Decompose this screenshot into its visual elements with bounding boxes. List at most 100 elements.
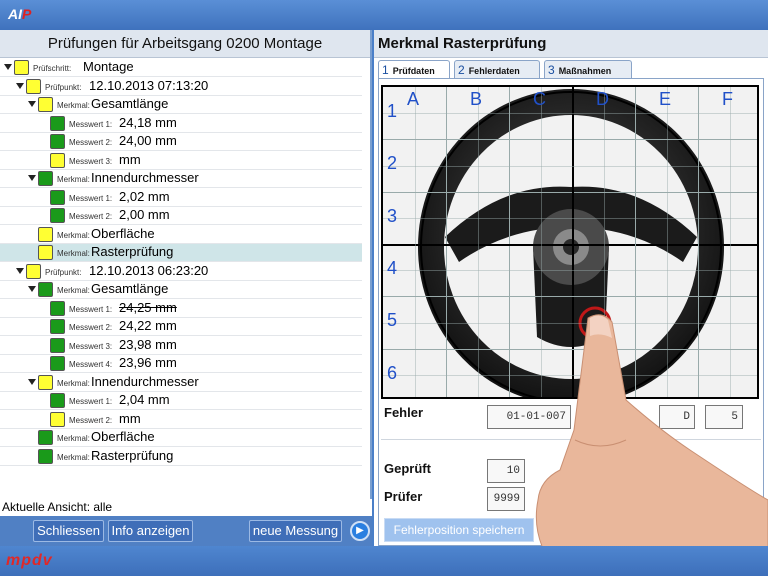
tree-row[interactable]: Messwert 3: 23,98 mm xyxy=(0,337,362,355)
grid-line xyxy=(383,270,757,272)
defect-grid-image[interactable]: A B C D E F 1 2 3 4 5 6 xyxy=(381,85,759,399)
expand-arrow-icon[interactable] xyxy=(28,175,36,181)
pruefer-field[interactable]: 9999 xyxy=(487,487,525,511)
steering-wheel-image xyxy=(383,87,757,397)
tree-item-type: Messwert 1: xyxy=(69,193,113,203)
tree-row[interactable]: Merkmal: Rasterprüfung xyxy=(0,244,362,262)
grid-line xyxy=(540,87,542,397)
save-defect-position-button[interactable]: Fehlerposition speichern xyxy=(384,518,534,542)
tree-row[interactable]: Messwert 2: 24,00 mm xyxy=(0,133,362,151)
tree-item-type: Messwert 3: xyxy=(69,341,113,351)
tree-row[interactable]: Messwert 1: 2,02 mm xyxy=(0,189,362,207)
status-box xyxy=(50,356,65,371)
tree-item-type: Messwert 1: xyxy=(69,397,113,406)
status-box xyxy=(38,226,53,242)
expand-arrow-icon[interactable] xyxy=(16,82,24,89)
grid-row-field[interactable]: 5 xyxy=(705,405,743,429)
expand-arrow-icon[interactable] xyxy=(16,267,24,274)
status-box xyxy=(50,337,65,353)
grid-column-label: C xyxy=(533,89,546,109)
tree-item-type: Merkmal: xyxy=(57,286,90,295)
tree-row[interactable]: Messwert 3: mm xyxy=(0,152,362,170)
tree-item-type: Merkmal: xyxy=(57,452,90,462)
tree-item-value: 23,98 mm xyxy=(119,336,177,352)
tree-item-value: Gesamtlänge xyxy=(91,281,169,296)
tree-item-type: Merkmal: xyxy=(57,434,90,443)
tree-item-type: Messwert 2: xyxy=(69,138,113,147)
tab-fehlerdaten[interactable]: 2 Fehlerdaten xyxy=(454,60,540,78)
tree-row[interactable]: Messwert 2: 2,00 mm xyxy=(0,207,362,225)
expand-arrow-icon[interactable] xyxy=(28,286,36,292)
tree-item-value: 24,22 mm xyxy=(119,318,177,333)
fehler-code-field[interactable]: 01-01-007 xyxy=(487,405,571,429)
tree-row[interactable]: Messwert 1: 24,18 mm xyxy=(0,115,362,133)
expand-arrow-icon[interactable] xyxy=(28,378,36,385)
footer-bar: mpdv xyxy=(0,546,768,576)
grid-row-label: 6 xyxy=(387,362,398,383)
feature-panel: Merkmal Rasterprüfung 1 Prüfdaten 2 Fehler… xyxy=(374,30,768,546)
tree-item-type: Prüfschritt: xyxy=(33,64,72,73)
panel-title: Prüfungen für Arbeitsgang 0200 Montage xyxy=(0,30,370,58)
info-button[interactable]: Info anzeigen xyxy=(108,520,193,542)
tree-row[interactable]: Prüfpunkt: 12.10.2013 07:13:20 xyxy=(0,78,362,96)
tree-row[interactable]: Merkmal: Oberfläche xyxy=(0,429,362,447)
status-box xyxy=(50,319,65,334)
tree-item-value: 24,25 mm xyxy=(119,299,177,315)
expand-arrow-icon[interactable] xyxy=(4,64,12,70)
status-box xyxy=(50,300,65,316)
tree-row[interactable]: Messwert 1: 24,25 mm xyxy=(0,300,362,318)
grid-line xyxy=(666,87,668,397)
status-box xyxy=(50,115,65,131)
grid-line xyxy=(383,139,757,141)
button-bar: Schliessen Info anzeigen neue Messung ▶ xyxy=(0,516,372,546)
inspection-panel: Prüfungen für Arbeitsgang 0200 Montage P… xyxy=(0,30,372,516)
next-button[interactable]: ▶ xyxy=(350,521,370,541)
tree-row[interactable]: Prüfpunkt: 12.10.2013 06:23:20 xyxy=(0,263,362,281)
tree-row[interactable]: Prüfschritt: Montage xyxy=(0,59,362,77)
tree-item-value: Oberfläche xyxy=(91,225,155,241)
tree-row[interactable]: Merkmal: Innendurchmesser xyxy=(0,374,362,392)
expand-arrow-icon[interactable] xyxy=(28,101,36,107)
mpdv-logo: mpdv xyxy=(6,552,53,569)
tree-row[interactable]: Messwert 2: mm xyxy=(0,411,362,429)
tree-item-value: 12.10.2013 06:23:20 xyxy=(89,262,209,278)
tree-item-value: 24,18 mm xyxy=(119,114,177,130)
tree-item-value: 2,04 mm xyxy=(119,392,170,407)
geprueft-label: Geprüft xyxy=(384,461,431,476)
tree-item-type: Prüfpunkt: xyxy=(45,267,82,277)
close-button[interactable]: Schliessen xyxy=(33,520,104,542)
status-box xyxy=(50,189,65,205)
tree-row[interactable]: Messwert 1: 2,04 mm xyxy=(0,392,362,410)
tree-item-value: Innendurchmesser xyxy=(91,373,199,389)
tree-item-type: Messwert 2: xyxy=(69,415,113,425)
geprueft-field[interactable]: 10 xyxy=(487,459,525,483)
tab-massnahmen[interactable]: 3 Maßnahmen xyxy=(544,60,632,78)
tree-row[interactable]: Merkmal: Rasterprüfung xyxy=(0,448,362,466)
tree-row[interactable]: Merkmal: Innendurchmesser xyxy=(0,170,362,188)
tree-item-value: Rasterprüfung xyxy=(91,244,174,259)
grid-column-field[interactable]: D xyxy=(659,405,695,429)
status-box xyxy=(38,97,53,112)
tab-pruefdaten[interactable]: 1 Prüfdaten xyxy=(378,60,450,79)
grid-row-label: 5 xyxy=(387,310,398,331)
tree-item-type: Prüfpunkt: xyxy=(45,82,82,92)
grid-row-label: 4 xyxy=(387,258,398,278)
tree-row[interactable]: Messwert 2: 24,22 mm xyxy=(0,318,362,336)
fehler-checkbox[interactable] xyxy=(586,415,595,424)
tree-row[interactable]: Messwert 4: 23,96 mm xyxy=(0,355,362,373)
fehlerhaft-label: Fehlerha xyxy=(563,461,618,476)
grid-line xyxy=(477,87,479,397)
new-measurement-button[interactable]: neue Messung xyxy=(249,520,342,542)
tree-item-type: Merkmal: xyxy=(57,249,90,258)
grid-line xyxy=(383,374,757,376)
divider xyxy=(381,439,761,440)
tree-item-value: Rasterprüfung xyxy=(91,447,174,463)
tree-row[interactable]: Merkmal: Gesamtlänge xyxy=(0,96,362,114)
grid-row-label: 2 xyxy=(387,153,398,174)
tree-row[interactable]: Merkmal: Oberfläche xyxy=(0,226,362,244)
status-box xyxy=(38,245,53,260)
tree-row[interactable]: Merkmal: Gesamtlänge xyxy=(0,281,362,299)
tree-item-type: Merkmal: xyxy=(57,230,90,240)
fehler-label: Fehler xyxy=(384,405,424,420)
grid-line xyxy=(509,87,510,397)
